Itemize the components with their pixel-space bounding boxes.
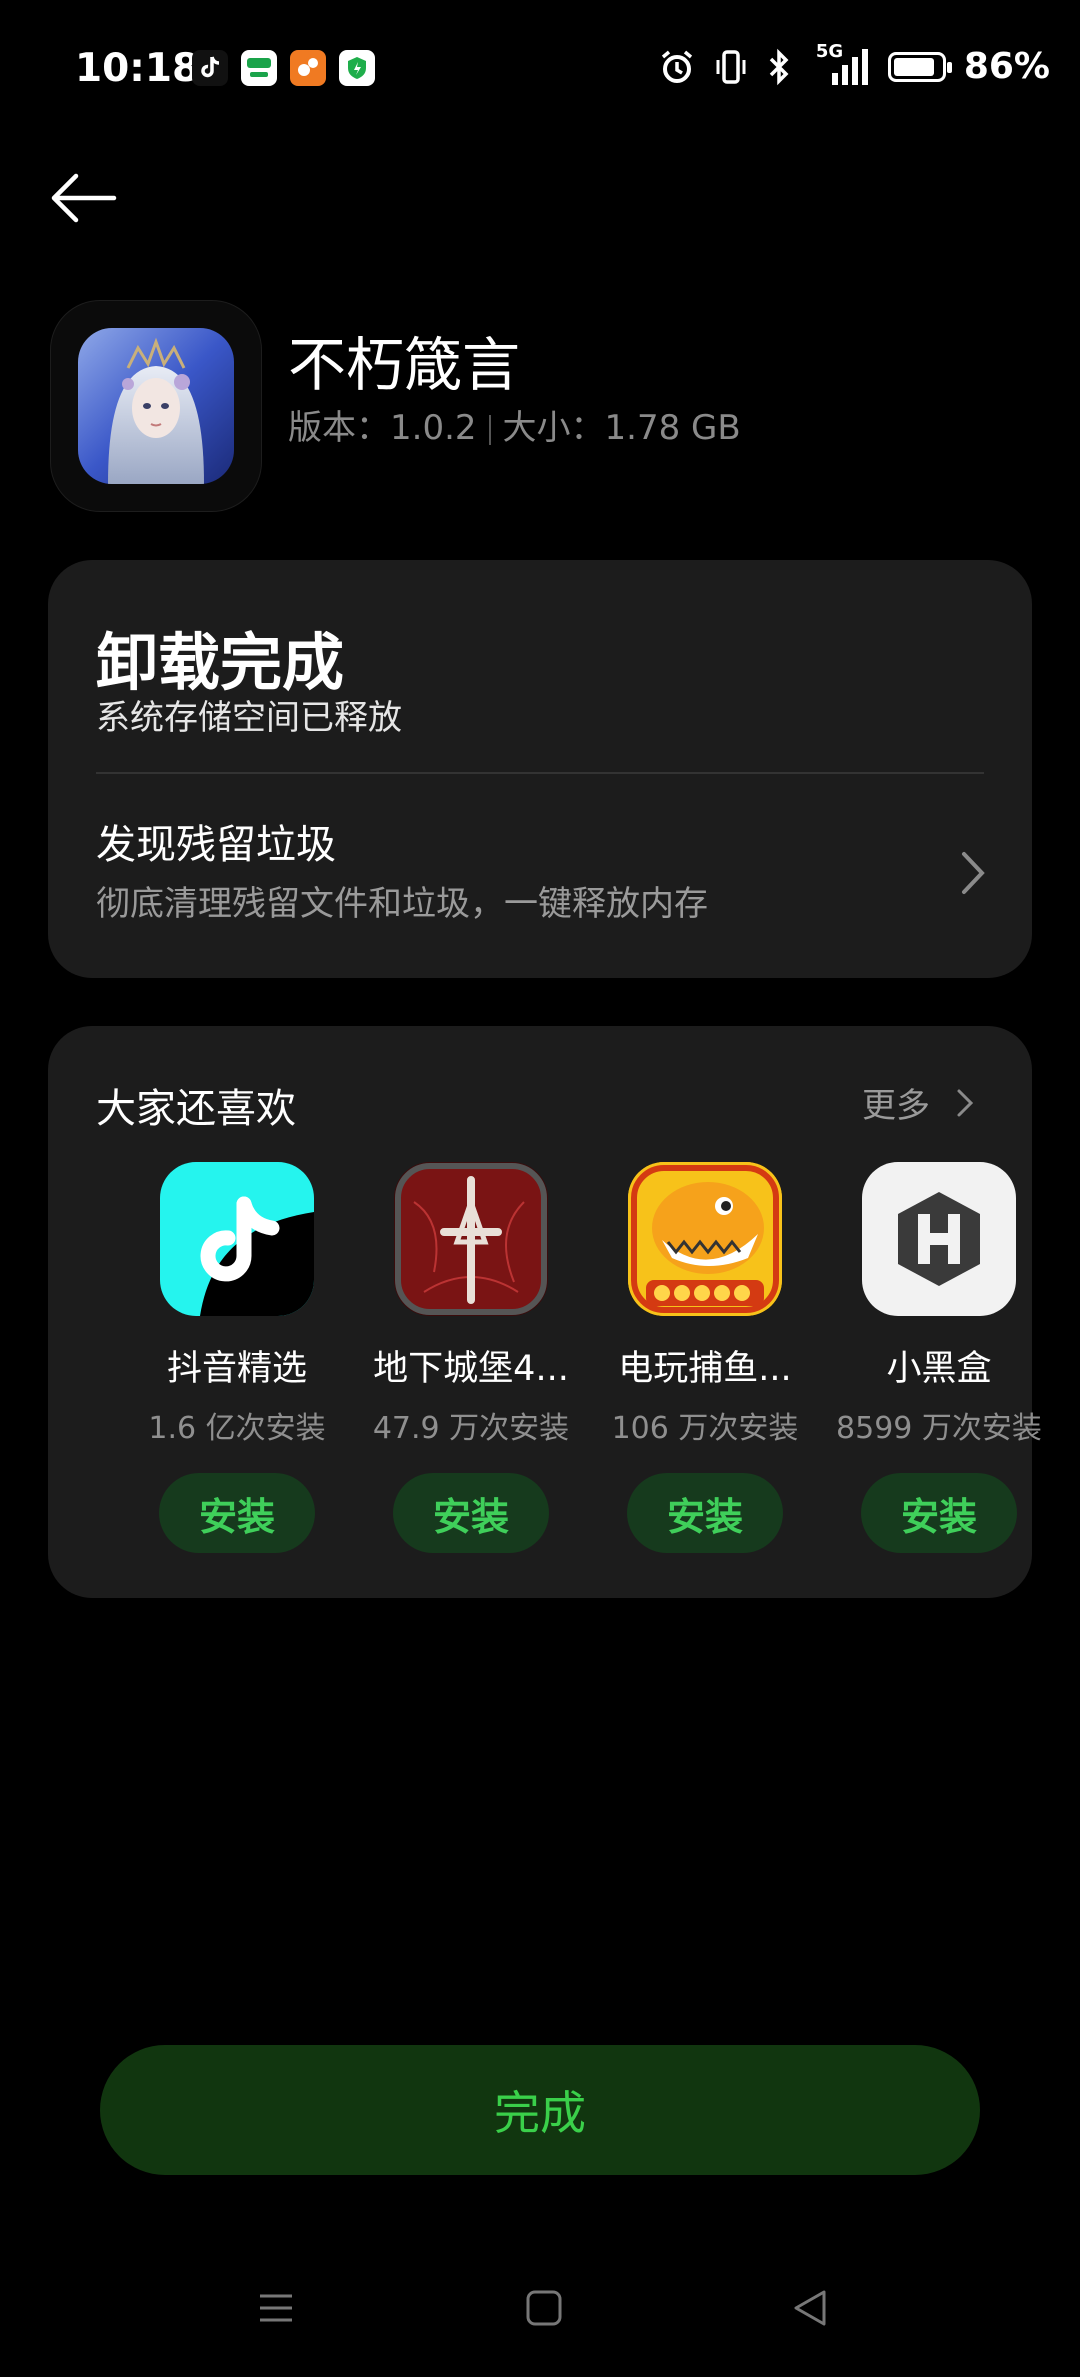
install-button[interactable]: 安装 — [627, 1473, 783, 1553]
install-count: 47.9 万次安装 — [372, 1411, 570, 1446]
app-name: 小黑盒 — [886, 1349, 992, 1389]
signal-5g-icon: 5G — [810, 41, 870, 87]
app-version: 版本：1.0.2 — [288, 408, 477, 448]
app-icon — [78, 328, 234, 484]
notification-icons — [192, 50, 375, 86]
back-triangle-icon[interactable] — [790, 2288, 830, 2328]
app-name: 抖音精选 — [166, 1349, 307, 1389]
xiaoheihe-icon — [862, 1162, 1016, 1316]
status-time: 10:18 — [75, 46, 200, 91]
install-count: 1.6 亿次安装 — [148, 1411, 326, 1446]
uninstall-done-title: 卸载完成 — [96, 626, 345, 699]
finish-button[interactable]: 完成 — [100, 2045, 980, 2175]
recommended-app[interactable]: 地下城堡4... 47.9 万次安装 安装 — [354, 1162, 588, 1553]
junk-title: 发现残留垃圾 — [96, 822, 336, 868]
install-button[interactable]: 安装 — [861, 1473, 1017, 1553]
back-arrow-icon — [51, 173, 117, 223]
battery-fill — [893, 57, 934, 76]
recommend-title: 大家还喜欢 — [96, 1086, 296, 1132]
back-button[interactable] — [48, 168, 120, 228]
chevron-right-icon — [962, 852, 985, 894]
battery-icon — [887, 51, 952, 82]
app-name: 不朽箴言 — [288, 331, 521, 399]
meta-separator — [488, 414, 491, 445]
install-button[interactable]: 安装 — [159, 1473, 315, 1553]
fishing-game-icon — [628, 1162, 782, 1316]
system-nav-bar — [0, 2270, 1080, 2350]
app-name: 电玩捕鱼... — [618, 1349, 792, 1389]
residual-junk-row[interactable]: 发现残留垃圾 彻底清理残留文件和垃圾，一键释放内存 — [48, 774, 1032, 978]
shield-icon — [339, 50, 375, 86]
recommended-app[interactable]: 电玩捕鱼... 106 万次安装 安装 — [588, 1162, 822, 1553]
install-count: 106 万次安装 — [611, 1411, 799, 1446]
battery-percent: 86% — [963, 46, 1050, 87]
more-label: 更多 — [862, 1086, 930, 1126]
app-name: 地下城堡4... — [373, 1349, 569, 1389]
chevron-right-icon — [957, 1089, 974, 1116]
oppo-icon — [241, 50, 277, 86]
recommend-card: 大家还喜欢 更多 抖音精选 1.6 亿次安装 安装 地下城堡4... 47.9 … — [48, 1026, 1042, 1598]
douyin-icon — [160, 1162, 314, 1316]
tiktok-icon — [192, 50, 228, 86]
status-bar: 10:18 5G 86% — [0, 0, 1080, 140]
bluetooth-icon — [769, 48, 789, 85]
vibrate-icon — [716, 49, 746, 84]
junk-subtitle: 彻底清理残留文件和垃圾，一键释放内存 — [96, 884, 708, 924]
system-icons: 5G 86% — [658, 41, 1050, 87]
alarm-icon — [661, 50, 692, 83]
dungeon-castle-icon — [394, 1162, 548, 1316]
uninstall-done-subtitle: 系统存储空间已释放 — [96, 698, 402, 738]
app-size: 大小：1.78 GB — [502, 408, 741, 448]
uninstall-result-card: 卸载完成 系统存储空间已释放 发现残留垃圾 彻底清理残留文件和垃圾，一键释放内存 — [48, 560, 1032, 978]
recommended-app[interactable]: 小黑盒 8599 万次安装 安装 — [822, 1162, 1056, 1553]
menu-icon[interactable] — [256, 2288, 296, 2328]
home-icon[interactable] — [524, 2288, 564, 2328]
install-count: 8599 万次安装 — [836, 1411, 1042, 1446]
app-icon-frame — [50, 300, 262, 512]
recommended-app[interactable]: 抖音精选 1.6 亿次安装 安装 — [120, 1162, 354, 1553]
app-meta: 版本：1.0.2 大小：1.78 GB — [288, 400, 741, 449]
game-icon — [290, 50, 326, 86]
more-link[interactable]: 更多 — [862, 1078, 974, 1127]
install-button[interactable]: 安装 — [393, 1473, 549, 1553]
